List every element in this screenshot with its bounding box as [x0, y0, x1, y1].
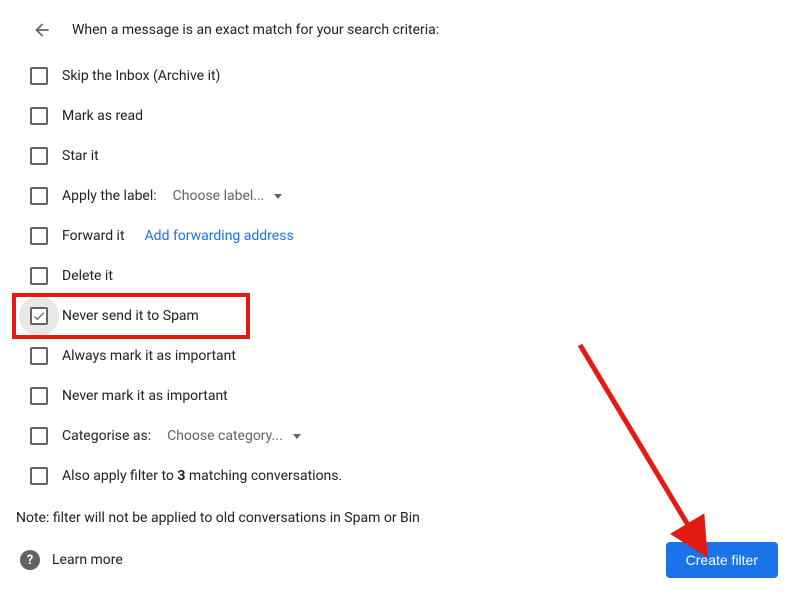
dialog-header: When a message is an exact match for you…: [0, 0, 800, 54]
label-never-important: Never mark it as important: [62, 388, 228, 404]
also-apply-prefix: Also apply filter to: [62, 468, 177, 484]
option-always-important: Always mark it as important: [24, 336, 800, 376]
option-categorise: Categorise as: Choose category...: [24, 416, 800, 456]
footer-bar: ? Learn more Create filter: [0, 536, 800, 588]
chevron-down-icon: [274, 194, 282, 199]
footer-note: Note: filter will not be applied to old …: [0, 500, 800, 536]
label-never-spam: Never send it to Spam: [62, 308, 199, 324]
select-choose-label[interactable]: Choose label...: [173, 188, 283, 204]
checkbox-apply-label[interactable]: [30, 187, 48, 205]
checkbox-categorise[interactable]: [30, 427, 48, 445]
option-never-spam: Never send it to Spam: [24, 296, 800, 336]
label-always-important: Always mark it as important: [62, 348, 236, 364]
dialog-title: When a message is an exact match for you…: [72, 22, 439, 38]
label-apply-label: Apply the label:: [62, 188, 157, 204]
learn-more-link[interactable]: ? Learn more: [20, 550, 123, 570]
label-forward: Forward it: [62, 228, 125, 244]
label-star: Star it: [62, 148, 99, 164]
select-choose-category[interactable]: Choose category...: [167, 428, 301, 444]
checkbox-star[interactable]: [30, 147, 48, 165]
create-filter-button[interactable]: Create filter: [666, 542, 778, 578]
checkbox-delete[interactable]: [30, 267, 48, 285]
option-mark-read: Mark as read: [24, 96, 800, 136]
help-icon: ?: [20, 550, 40, 570]
checkbox-never-spam[interactable]: [30, 307, 48, 325]
option-delete: Delete it: [24, 256, 800, 296]
checkbox-skip-inbox[interactable]: [30, 67, 48, 85]
checkbox-also-apply[interactable]: [30, 467, 48, 485]
checkbox-never-important[interactable]: [30, 387, 48, 405]
option-never-important: Never mark it as important: [24, 376, 800, 416]
label-categorise: Categorise as:: [62, 428, 151, 444]
label-skip-inbox: Skip the Inbox (Archive it): [62, 68, 220, 84]
label-also-apply: Also apply filter to 3 matching conversa…: [62, 468, 342, 484]
option-star: Star it: [24, 136, 800, 176]
select-choose-category-text: Choose category...: [167, 428, 283, 444]
option-also-apply: Also apply filter to 3 matching conversa…: [24, 456, 800, 496]
option-apply-label: Apply the label: Choose label...: [24, 176, 800, 216]
link-add-forwarding[interactable]: Add forwarding address: [145, 228, 294, 244]
label-delete: Delete it: [62, 268, 113, 284]
back-arrow-icon[interactable]: [30, 18, 54, 42]
label-mark-read: Mark as read: [62, 108, 143, 124]
checkbox-always-important[interactable]: [30, 347, 48, 365]
chevron-down-icon: [293, 434, 301, 439]
checkbox-mark-read[interactable]: [30, 107, 48, 125]
option-skip-inbox: Skip the Inbox (Archive it): [24, 56, 800, 96]
also-apply-suffix: matching conversations.: [185, 468, 342, 484]
option-forward: Forward it Add forwarding address: [24, 216, 800, 256]
options-list: Skip the Inbox (Archive it) Mark as read…: [0, 54, 800, 500]
learn-more-text: Learn more: [52, 552, 123, 568]
select-choose-label-text: Choose label...: [173, 188, 265, 204]
checkbox-forward[interactable]: [30, 227, 48, 245]
